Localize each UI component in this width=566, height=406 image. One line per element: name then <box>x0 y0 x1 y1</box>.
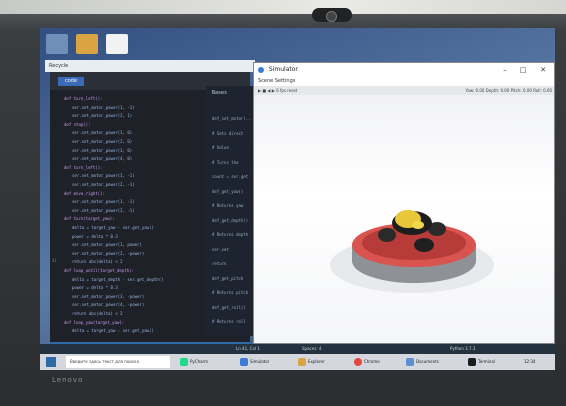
taskbar-search-input[interactable]: Введите здесь текст для поиска <box>66 356 170 368</box>
code-line[interactable]: delta = target_depth - ser.get_depth() <box>72 277 164 282</box>
laptop-screen: Recycle code def turn_left(): ser.set_mo… <box>40 28 555 370</box>
code-line[interactable]: ser.set_motor_power(3, 0) <box>72 148 132 153</box>
pycharm-icon <box>180 358 188 366</box>
code-line[interactable]: def turn_left(): <box>64 165 103 170</box>
code-line[interactable]: ser.set_motor_power(2, 1) <box>72 113 132 118</box>
pane-header: Bases <box>212 90 228 96</box>
pane-line: # Value <box>212 145 229 150</box>
code-line[interactable]: ser.set_motor_power(1, -1) <box>72 173 135 178</box>
line-number: 41 <box>52 258 57 263</box>
taskbar-item-terminal[interactable]: Terminal <box>468 356 495 368</box>
folder-icon <box>298 358 306 366</box>
code-tab[interactable]: code <box>58 77 84 86</box>
taskbar-item-pycharm[interactable]: PyCharm <box>180 356 208 368</box>
pane-line: ser.set <box>212 246 229 252</box>
pane-line: def_get_yaw() <box>212 188 244 194</box>
scene-render <box>330 210 494 293</box>
laptop-brand-logo: Lenovo <box>52 376 84 384</box>
explorer-title: Recycle <box>49 63 69 69</box>
code-line[interactable]: ser.set_motor_power(1, 0) <box>72 130 132 135</box>
simulator-toolbar[interactable]: ▶ ■ ◀ ▶ 6 fps reset Yaw: 0.00 Depth: 0.0… <box>254 86 554 95</box>
code-line[interactable]: ser.set_motor_power(2, 0) <box>72 139 132 144</box>
pane-line: # Sets direct <box>212 130 244 136</box>
taskbar-clock[interactable]: 12:34 <box>524 356 536 368</box>
robot-dome <box>412 221 424 229</box>
taskbar-item-explorer[interactable]: Explorer <box>298 356 325 368</box>
taskbar: Введите здесь текст для поиска PyCharm S… <box>40 354 555 370</box>
maximize-button[interactable]: □ <box>516 63 530 77</box>
ide-status-bar: Ln 41, Col 1 Spaces: 4 Python 3.7.3 <box>40 344 555 354</box>
code-line[interactable]: ser.set_motor_power(1, -1) <box>72 105 135 110</box>
pane-line: def_get_pitch <box>212 275 244 281</box>
code-line[interactable]: def turn(target_yaw): <box>64 216 115 221</box>
chrome-icon <box>354 358 362 366</box>
document-icon <box>406 358 414 366</box>
taskbar-item-documents[interactable]: Documents <box>406 356 439 368</box>
code-line[interactable]: ser.set_motor_power(2, -1) <box>72 208 135 213</box>
webcam-lens <box>326 11 337 22</box>
pane-line: count = ser.get <box>212 174 249 179</box>
pane-line: # Turns the <box>212 159 239 165</box>
code-line[interactable]: ser.set_motor_power(4, -power) <box>72 302 144 307</box>
toolbar-controls[interactable]: ▶ ■ ◀ ▶ 6 fps reset <box>254 88 297 93</box>
code-line[interactable]: ser.set_motor_power(2, -1) <box>72 182 135 187</box>
start-button-windows-icon[interactable] <box>46 357 56 367</box>
pane-line: # Returns roll <box>212 319 246 324</box>
code-line[interactable]: def loop_yaw(target_yaw): <box>64 320 124 325</box>
robot-thruster-front <box>414 238 434 252</box>
pane-line: # Returns pitch <box>212 290 249 295</box>
pane-line: # Returns depth <box>212 232 249 237</box>
cursor-position[interactable]: Ln 41, Col 1 <box>236 344 260 354</box>
telemetry-readout: Yaw: 0.00 Depth: 0.00 Pitch: 0.00 Roll: … <box>465 88 552 93</box>
pane-line: def_get_roll() <box>212 304 246 310</box>
pane-line: # Returns yaw <box>212 203 244 208</box>
taskbar-item-chrome[interactable]: Chrome <box>354 356 380 368</box>
minimize-button[interactable]: – <box>498 63 512 77</box>
code-line[interactable]: power = delta * 0.3 <box>72 234 118 239</box>
code-line[interactable]: return abs(delta) < 2 <box>72 311 123 316</box>
document-icon[interactable] <box>106 34 128 54</box>
code-line[interactable]: ser.set_motor_power(1, -1) <box>72 199 135 204</box>
pane-line: def_set_motor(.. <box>212 116 251 121</box>
code-line[interactable]: def stop(): <box>64 122 91 127</box>
code-line[interactable]: def loop_until(target_depth): <box>64 268 134 273</box>
close-button[interactable]: ✕ <box>536 63 550 77</box>
folder-icon[interactable] <box>76 34 98 54</box>
explorer-titlebar[interactable]: Recycle <box>45 60 255 72</box>
code-line[interactable]: ser.set_motor_power(2, -power) <box>72 251 144 256</box>
simulator-title: Simulator <box>268 66 298 73</box>
terminal-icon <box>468 358 476 366</box>
simulator-window[interactable]: Simulator – □ ✕ Scene Settings ▶ ■ ◀ ▶ 6… <box>253 62 555 344</box>
interpreter-version[interactable]: Python 3.7.3 <box>450 344 475 354</box>
code-line[interactable]: delta = target_yaw - ser.get_yaw() <box>72 328 154 333</box>
code-line[interactable]: ser.set_motor_power(4, 0) <box>72 156 132 161</box>
3d-viewport[interactable] <box>254 95 554 343</box>
pane-line: def_get_depth() <box>212 217 249 223</box>
code-line[interactable]: return abs(delta) < 2 <box>72 259 123 264</box>
code-line[interactable]: def move_right(): <box>64 191 105 196</box>
indent-setting[interactable]: Spaces: 4 <box>302 344 321 354</box>
simulator-menubar[interactable]: Scene Settings <box>254 77 554 86</box>
simulator-icon <box>240 358 248 366</box>
code-line[interactable]: power = delta * 0.3 <box>72 285 118 290</box>
recycle-bin-icon[interactable] <box>46 34 68 54</box>
taskbar-item-simulator[interactable]: Simulator <box>240 356 269 368</box>
background-wall <box>0 0 566 14</box>
pane-line: return <box>212 261 227 266</box>
code-line[interactable]: def turn_left(): <box>64 96 103 101</box>
code-line[interactable]: delta = target_yaw - ser.get_yaw() <box>72 225 154 230</box>
robot-thruster-left <box>378 228 396 242</box>
app-icon <box>258 66 264 73</box>
code-line[interactable]: ser.set_motor_power(3, -power) <box>72 294 144 299</box>
menu-items[interactable]: Scene Settings <box>254 78 295 84</box>
code-line[interactable]: ser.set_motor_power(1, power) <box>72 242 142 247</box>
